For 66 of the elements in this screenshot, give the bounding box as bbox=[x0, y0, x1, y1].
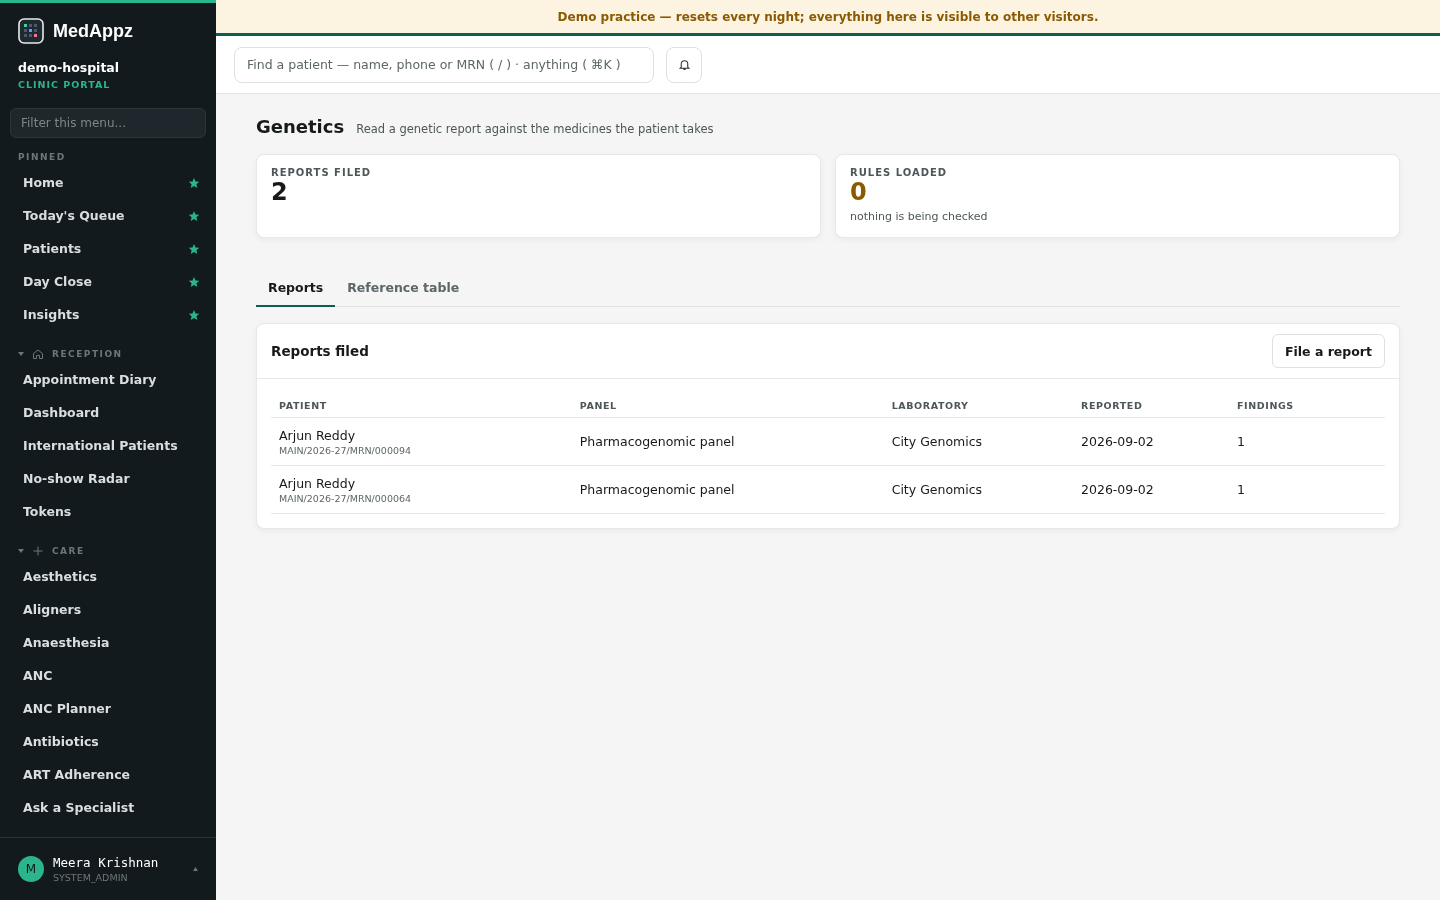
stat-label: REPORTS FILED bbox=[271, 167, 373, 178]
stat-label: RULES LOADED bbox=[850, 167, 949, 178]
caret-icon[interactable] bbox=[18, 351, 24, 357]
mrn-text: MAIN/2026-27/MRN/000064 bbox=[279, 492, 413, 504]
avatar: M bbox=[18, 856, 44, 882]
app-name: MedAppz bbox=[53, 20, 133, 42]
table-cell: 2026-09-02 bbox=[1081, 434, 1154, 449]
nav-item[interactable]: Tokens bbox=[0, 495, 216, 528]
section-heading: PINNED bbox=[17, 152, 67, 164]
table-cell: 2026-09-02 bbox=[1081, 482, 1154, 497]
section-heading: CARE bbox=[52, 546, 85, 556]
caret-icon[interactable] bbox=[193, 867, 198, 871]
nav-item[interactable]: No-show Radar bbox=[0, 462, 216, 495]
nav-item[interactable]: ANC Planner bbox=[0, 692, 216, 725]
stat-value: 0 bbox=[850, 178, 868, 206]
panel-title: Reports filed bbox=[271, 343, 369, 359]
notifications-button[interactable] bbox=[666, 46, 702, 83]
table-cell: Pharmacogenomic panel bbox=[579, 434, 735, 449]
nav-item[interactable]: Anaesthesia bbox=[0, 626, 216, 659]
bell-icon bbox=[677, 58, 691, 71]
org-name: demo-hospital bbox=[17, 59, 121, 75]
table-cell: Pharmacogenomic panel bbox=[579, 482, 735, 497]
demo-notice-text: Demo practice — resets every night; everything here is visible to other visitors. bbox=[557, 9, 1099, 24]
column-header: PANEL bbox=[571, 393, 884, 418]
nav-item[interactable]: Ask a Specialist bbox=[0, 791, 216, 824]
mrn-text: MAIN/2026-27/MRN/000094 bbox=[279, 444, 413, 456]
user-name: Meera Krishnan bbox=[53, 855, 160, 870]
table-cell: 1 bbox=[1237, 482, 1245, 497]
column-header: PATIENT bbox=[271, 393, 572, 418]
section-heading: RECEPTION bbox=[52, 349, 123, 359]
column-header: FINDINGS bbox=[1229, 393, 1385, 418]
nav-item[interactable]: Aligners bbox=[0, 593, 216, 626]
stat-note: nothing is being checked bbox=[850, 210, 989, 223]
nav-item[interactable]: Patients bbox=[0, 232, 216, 265]
patient-search-field[interactable]: Find a patient — name, phone or MRN ( / ) · anything ( ⌘K ) bbox=[234, 46, 654, 83]
nav-item[interactable]: Insights bbox=[0, 298, 216, 331]
user-role: SYSTEM_ADMIN bbox=[53, 872, 129, 883]
plus-icon bbox=[32, 545, 44, 557]
nav-item[interactable]: Today's Queue bbox=[0, 199, 216, 232]
nav-item[interactable]: International Patients bbox=[0, 429, 216, 462]
nav-item[interactable]: Dashboard bbox=[0, 396, 216, 429]
tab[interactable]: Reference table bbox=[335, 272, 472, 307]
page-subtitle: Read a genetic report against the medicines the patient takes bbox=[356, 122, 714, 136]
nav-item[interactable]: Antibiotics bbox=[0, 725, 216, 758]
nav-item[interactable]: Aesthetics bbox=[0, 560, 216, 593]
nav-item[interactable]: Appointment Diary bbox=[0, 363, 216, 396]
nav-item[interactable]: Day Close bbox=[0, 265, 216, 298]
table-cell: 1 bbox=[1237, 434, 1245, 449]
tab[interactable]: Reports bbox=[256, 272, 336, 307]
caret-icon[interactable] bbox=[18, 548, 24, 554]
nav-item[interactable]: ART Adherence bbox=[0, 758, 216, 791]
column-header: LABORATORY bbox=[883, 393, 1074, 418]
stat-value: 2 bbox=[271, 178, 289, 206]
table-cell: City Genomics bbox=[891, 434, 983, 449]
patient-name: Arjun Reddy bbox=[279, 427, 357, 443]
house-icon bbox=[32, 348, 44, 360]
filter-field[interactable]: Filter this menu... bbox=[10, 108, 206, 138]
file-report-button[interactable]: File a report bbox=[1271, 334, 1385, 368]
patient-name: Arjun Reddy bbox=[279, 475, 357, 491]
logo-icon bbox=[18, 18, 44, 44]
column-header: REPORTED bbox=[1073, 393, 1229, 418]
table-cell: City Genomics bbox=[891, 482, 983, 497]
nav-item[interactable]: ANC bbox=[0, 659, 216, 692]
page-title: Genetics bbox=[256, 116, 345, 137]
nav-item[interactable]: Home bbox=[0, 166, 216, 199]
portal-label: CLINIC PORTAL bbox=[17, 78, 112, 90]
